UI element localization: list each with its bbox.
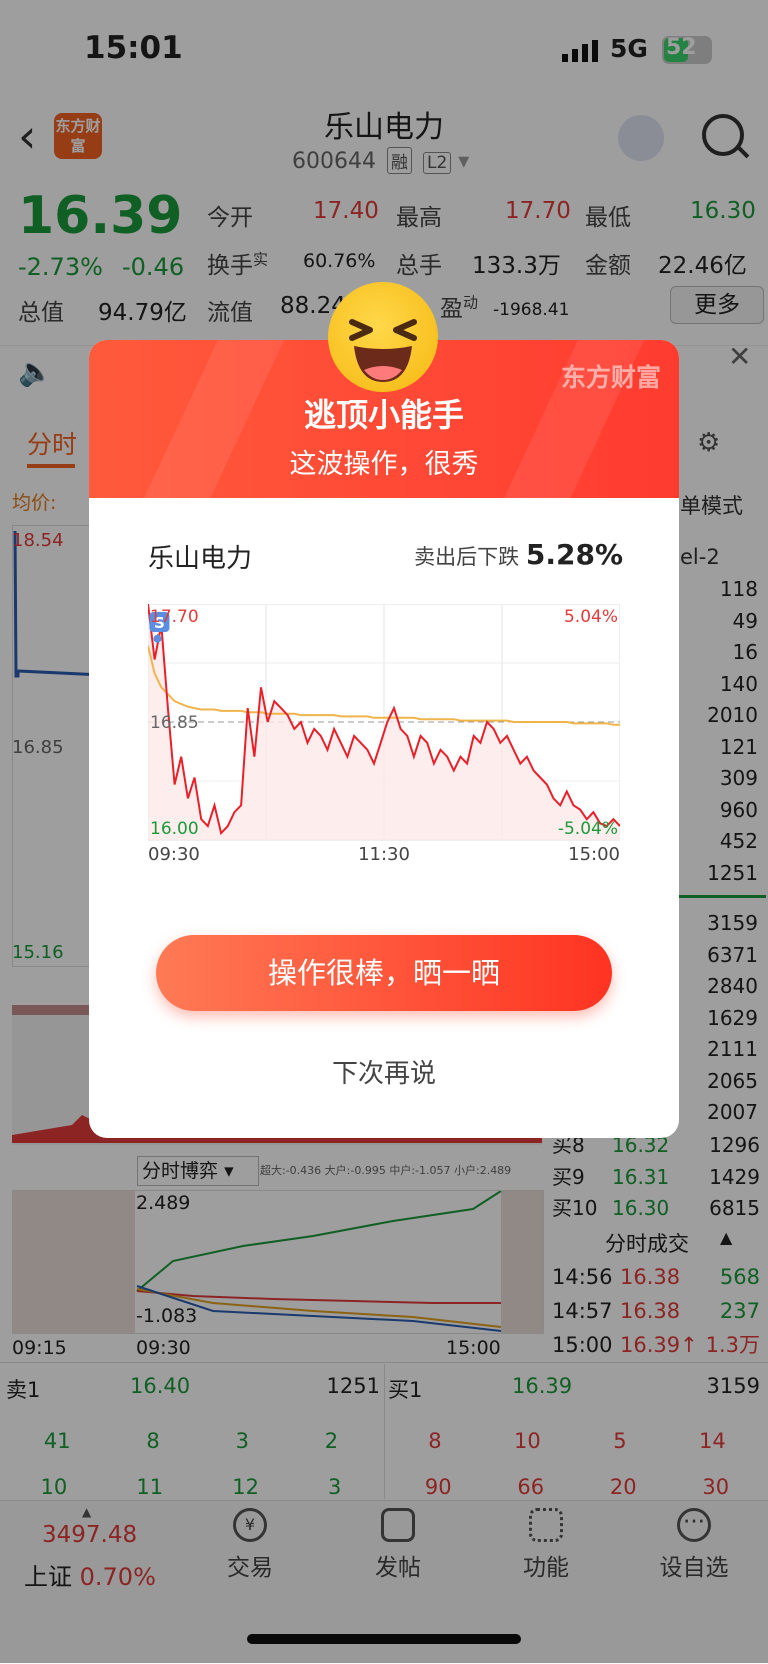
intraday-chart: S 17.70 16.85 16.00 5.04% -5.04% 09:30 1…	[148, 604, 620, 864]
modal-title: 逃顶小能手	[303, 396, 464, 434]
achievement-modal: 东方财富 逃顶小能手 这波操作，很秀 乐山电力 卖出后下跌 5.28% S 17…	[89, 340, 679, 1138]
sell-marker-dot	[153, 634, 162, 643]
y-bottom-left: 16.00	[150, 819, 199, 839]
share-button[interactable]: 操作很棒，晒一晒	[156, 935, 612, 1011]
fall-value: 5.28%	[525, 538, 623, 571]
modal-fall: 卖出后下跌 5.28%	[414, 538, 623, 571]
laughing-emoji-icon	[328, 282, 438, 392]
modal-stock-name: 乐山电力	[148, 544, 253, 574]
fall-label: 卖出后下跌	[414, 545, 520, 569]
y-top-left: 17.70	[150, 607, 199, 627]
x-tick-start: 09:30	[148, 844, 200, 864]
modal-subtitle: 这波操作，很秀	[289, 449, 479, 480]
y-bottom-right: -5.04%	[558, 819, 618, 839]
y-top-right: 5.04%	[564, 607, 618, 627]
y-mid: 16.85	[150, 713, 199, 733]
x-tick-end: 15:00	[568, 844, 620, 864]
dismiss-link[interactable]: 下次再说	[89, 1053, 679, 1090]
x-tick-mid: 11:30	[358, 844, 410, 864]
modal-brand: 东方财富	[560, 363, 661, 392]
